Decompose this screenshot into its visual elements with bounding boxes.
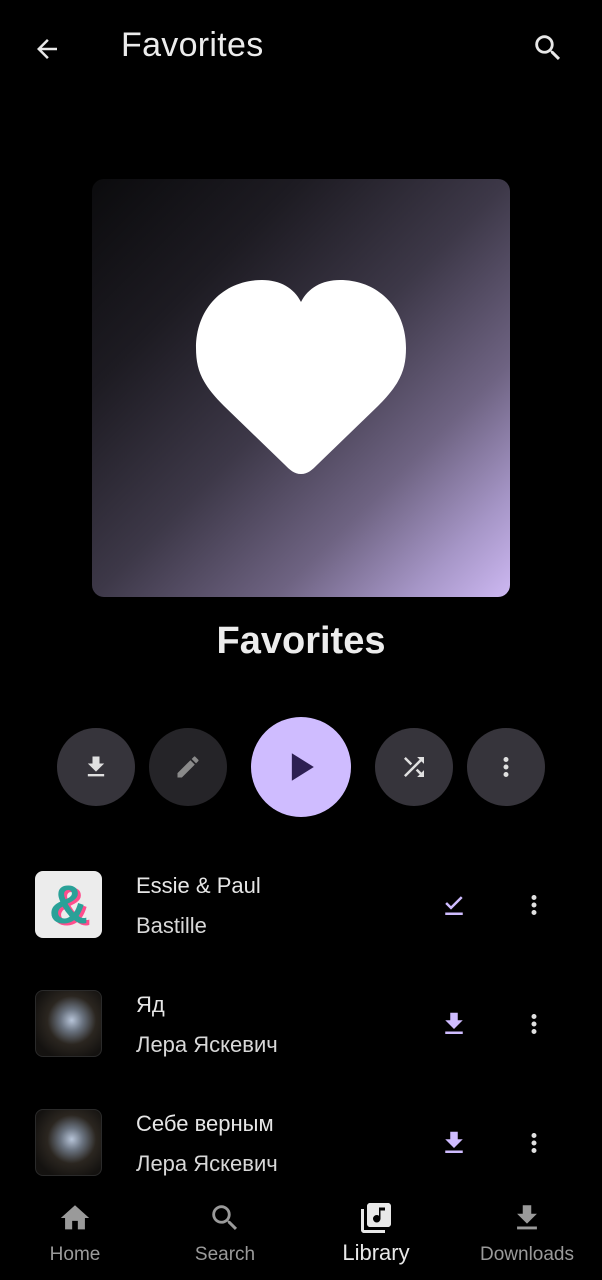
top-app-bar: Favorites	[0, 0, 602, 96]
track-title: Себе верным	[136, 1111, 274, 1136]
download-icon	[445, 1131, 463, 1153]
nav-home-label: Home	[49, 1244, 101, 1265]
nav-library-label: Library	[342, 1240, 410, 1265]
shuffle-icon	[404, 757, 424, 777]
download-track-button[interactable]	[436, 1006, 472, 1042]
downloaded-button[interactable]	[436, 887, 472, 923]
nav-library[interactable]: Library	[301, 1190, 451, 1280]
download-icon	[87, 756, 105, 777]
edit-icon	[177, 756, 199, 778]
check-download-icon	[445, 896, 463, 915]
nav-search-label: Search	[194, 1244, 256, 1265]
track-title: Яд	[136, 992, 165, 1017]
download-track-button[interactable]	[436, 1125, 472, 1161]
playlist-cover	[92, 179, 510, 597]
nav-downloads[interactable]: Downloads	[452, 1190, 602, 1280]
page-title: Favorites	[121, 26, 264, 64]
nav-downloads-label: Downloads	[480, 1244, 574, 1265]
arrow-back-icon	[37, 39, 57, 59]
home-icon	[57, 1200, 93, 1236]
track-title: Essie & Paul	[136, 873, 261, 898]
back-button[interactable]	[22, 24, 72, 74]
heart-icon	[196, 280, 406, 474]
track-more-button[interactable]	[516, 1006, 552, 1042]
track-artwork	[35, 1109, 102, 1176]
play-button[interactable]	[251, 717, 351, 817]
shuffle-button[interactable]	[375, 728, 453, 806]
more-vert-icon	[531, 1133, 537, 1153]
more-vert-icon	[531, 895, 537, 915]
track-more-button[interactable]	[516, 1125, 552, 1161]
nav-search[interactable]: Search	[150, 1190, 300, 1280]
nav-home[interactable]: Home	[0, 1190, 150, 1280]
download-icon	[445, 1012, 463, 1034]
library-icon	[358, 1200, 394, 1236]
track-row[interactable]: Себе верным Лера Яскевич	[0, 1093, 602, 1193]
more-vert-icon	[503, 757, 509, 777]
more-options-button[interactable]	[467, 728, 545, 806]
search-button[interactable]	[522, 22, 574, 74]
track-artist: Лера Яскевич	[136, 1151, 278, 1176]
play-icon	[291, 753, 314, 781]
track-artist: Bastille	[136, 913, 207, 938]
track-row[interactable]: & Essie & Paul Bastille	[0, 855, 602, 955]
search-icon	[207, 1200, 243, 1236]
more-vert-icon	[531, 1014, 537, 1034]
track-artwork	[35, 990, 102, 1057]
search-icon	[535, 35, 561, 61]
playlist-title: Favorites	[216, 620, 386, 662]
edit-button[interactable]	[149, 728, 227, 806]
track-artist: Лера Яскевич	[136, 1032, 278, 1057]
track-row[interactable]: Яд Лера Яскевич	[0, 974, 602, 1074]
download-all-button[interactable]	[57, 728, 135, 806]
bottom-navigation: Home Search Library Downloads	[0, 1190, 602, 1280]
track-more-button[interactable]	[516, 887, 552, 923]
track-artwork: &	[35, 871, 102, 938]
downloads-icon	[509, 1200, 545, 1236]
